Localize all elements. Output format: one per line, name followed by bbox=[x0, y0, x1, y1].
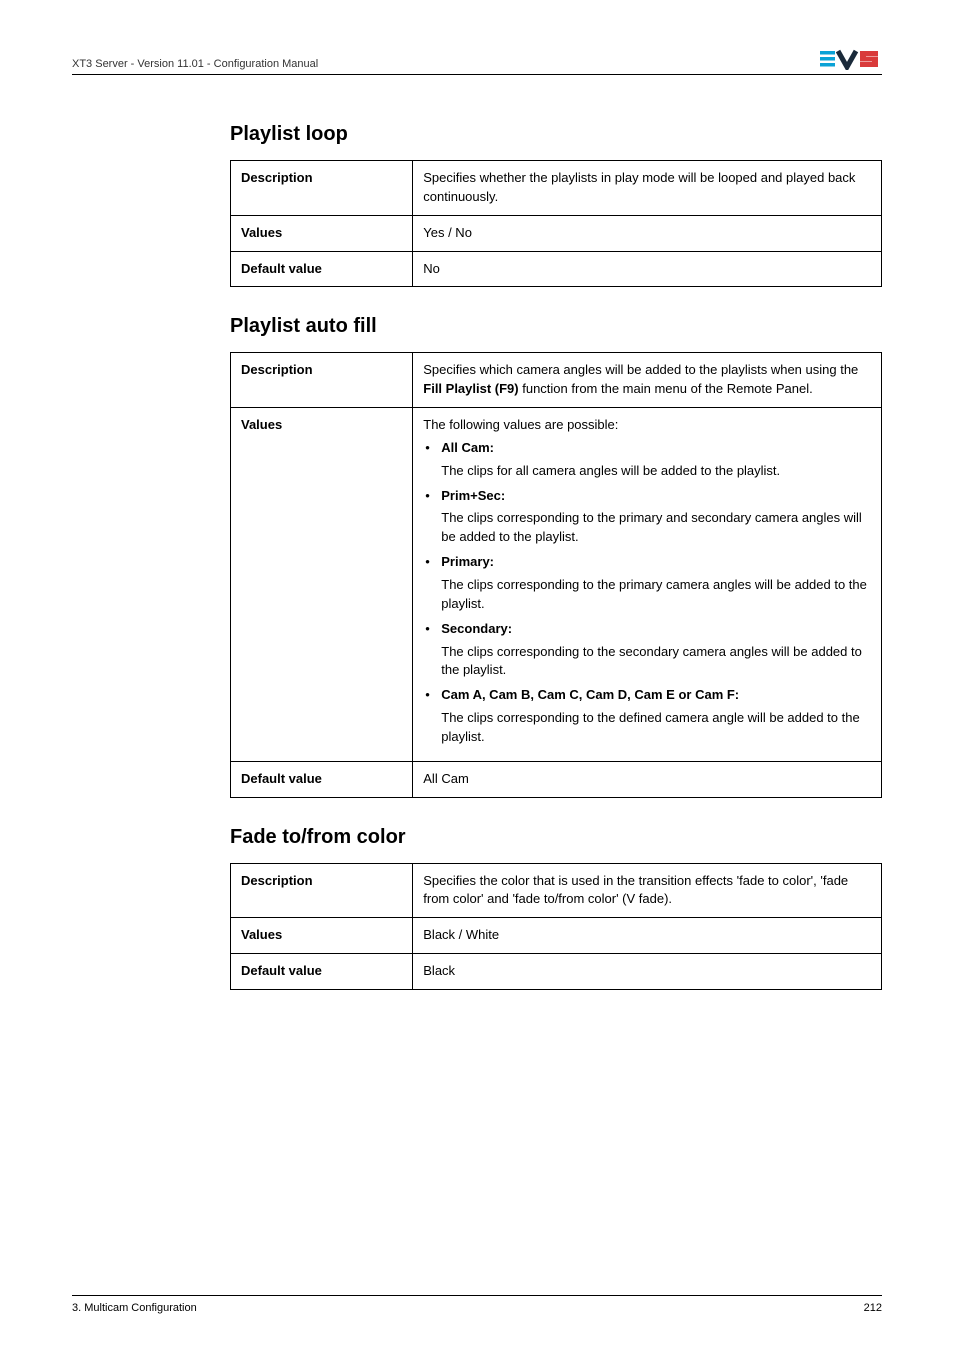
evs-logo-svg bbox=[820, 48, 882, 70]
footer-page-number: 212 bbox=[864, 1302, 882, 1314]
list-item: Primary: The clips corresponding to the … bbox=[423, 553, 871, 614]
value-term: Secondary: bbox=[441, 620, 871, 639]
desc-bold: Fill Playlist (F9) bbox=[423, 381, 518, 396]
cell-label: Values bbox=[231, 408, 413, 762]
value-term: All Cam: bbox=[441, 439, 871, 458]
cell-label: Values bbox=[231, 918, 413, 954]
cell-value: Black / White bbox=[413, 918, 882, 954]
list-item: Prim+Sec: The clips corresponding to the… bbox=[423, 487, 871, 548]
cell-value: Yes / No bbox=[413, 215, 882, 251]
value-term: Prim+Sec: bbox=[441, 487, 871, 506]
table-row: Values The following values are possible… bbox=[231, 408, 882, 762]
table-row: Description Specifies the color that is … bbox=[231, 863, 882, 918]
desc-pre: Specifies which camera angles will be ad… bbox=[423, 362, 858, 377]
list-item: Secondary: The clips corresponding to th… bbox=[423, 620, 871, 681]
section-heading-fade-color: Fade to/from color bbox=[230, 826, 882, 849]
list-item: All Cam: The clips for all camera angles… bbox=[423, 439, 871, 481]
value-detail: The clips corresponding to the secondary… bbox=[441, 643, 871, 681]
value-detail: The clips corresponding to the defined c… bbox=[441, 709, 871, 747]
cell-label: Description bbox=[231, 161, 413, 216]
table-row: Default value Black bbox=[231, 954, 882, 990]
table-row: Values Black / White bbox=[231, 918, 882, 954]
table-row: Description Specifies whether the playli… bbox=[231, 161, 882, 216]
section-heading-playlist-auto-fill: Playlist auto fill bbox=[230, 315, 882, 338]
table-row: Description Specifies which camera angle… bbox=[231, 353, 882, 408]
list-item: Cam A, Cam B, Cam C, Cam D, Cam E or Cam… bbox=[423, 686, 871, 747]
cell-label: Default value bbox=[231, 761, 413, 797]
cell-value: The following values are possible: All C… bbox=[413, 408, 882, 762]
cell-value: Specifies whether the playlists in play … bbox=[413, 161, 882, 216]
cell-label: Default value bbox=[231, 251, 413, 287]
page-content: Playlist loop Description Specifies whet… bbox=[230, 123, 882, 990]
value-detail: The clips corresponding to the primary c… bbox=[441, 576, 871, 614]
cell-value: All Cam bbox=[413, 761, 882, 797]
evs-logo bbox=[820, 48, 882, 70]
section-heading-playlist-loop: Playlist loop bbox=[230, 123, 882, 146]
table-fade-color: Description Specifies the color that is … bbox=[230, 863, 882, 990]
values-intro: The following values are possible: bbox=[423, 416, 871, 435]
page-header: XT3 Server - Version 11.01 - Configurati… bbox=[72, 48, 882, 75]
cell-value: No bbox=[413, 251, 882, 287]
values-list: All Cam: The clips for all camera angles… bbox=[423, 439, 871, 747]
cell-label: Description bbox=[231, 353, 413, 408]
doc-title: XT3 Server - Version 11.01 - Configurati… bbox=[72, 58, 318, 70]
table-playlist-auto-fill: Description Specifies which camera angle… bbox=[230, 352, 882, 797]
cell-value: Specifies which camera angles will be ad… bbox=[413, 353, 882, 408]
table-playlist-loop: Description Specifies whether the playli… bbox=[230, 160, 882, 287]
value-term: Primary: bbox=[441, 553, 871, 572]
value-detail: The clips corresponding to the primary a… bbox=[441, 509, 871, 547]
footer-left: 3. Multicam Configuration bbox=[72, 1302, 197, 1314]
table-row: Default value No bbox=[231, 251, 882, 287]
cell-label: Values bbox=[231, 215, 413, 251]
cell-label: Description bbox=[231, 863, 413, 918]
cell-label: Default value bbox=[231, 954, 413, 990]
cell-value: Specifies the color that is used in the … bbox=[413, 863, 882, 918]
desc-post: function from the main menu of the Remot… bbox=[519, 381, 813, 396]
cell-value: Black bbox=[413, 954, 882, 990]
table-row: Default value All Cam bbox=[231, 761, 882, 797]
value-term: Cam A, Cam B, Cam C, Cam D, Cam E or Cam… bbox=[441, 686, 871, 705]
table-row: Values Yes / No bbox=[231, 215, 882, 251]
page-footer: 3. Multicam Configuration 212 bbox=[72, 1295, 882, 1314]
value-detail: The clips for all camera angles will be … bbox=[441, 462, 871, 481]
